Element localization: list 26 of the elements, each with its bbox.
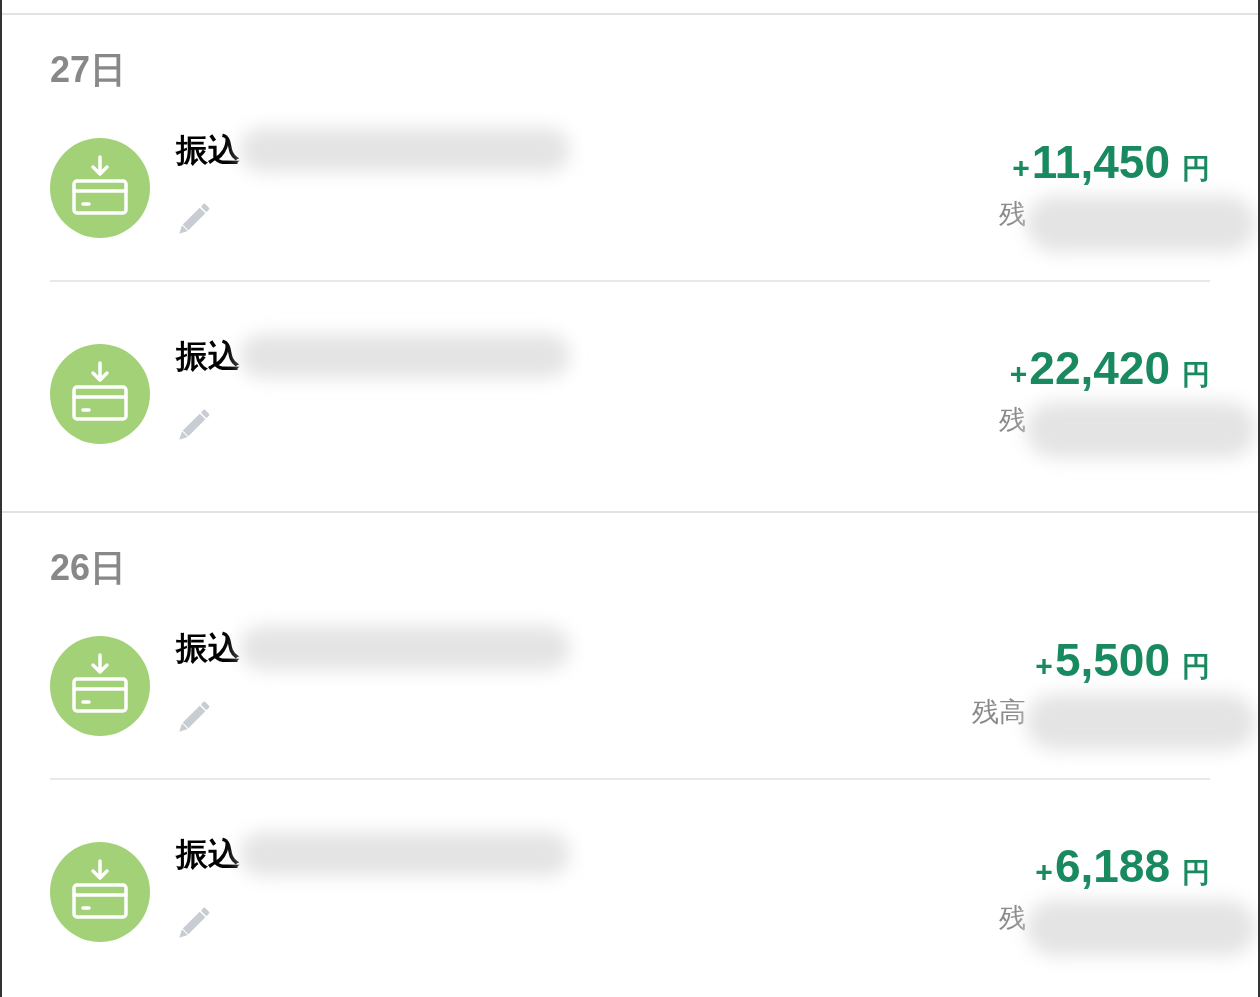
amount-sign: + <box>1009 356 1028 392</box>
card-deposit-icon <box>50 636 150 736</box>
amount-sign: + <box>1035 854 1053 890</box>
transaction-title: 振込 <box>176 131 240 170</box>
date-heading: 26日 <box>50 550 128 586</box>
transaction-title: 振込 <box>176 629 240 668</box>
currency-unit: 円 <box>1182 650 1210 684</box>
amount: 11,450 <box>1031 136 1170 188</box>
transaction-title: 振込 <box>176 337 240 376</box>
card-deposit-icon <box>50 344 150 444</box>
balance-label: 残高 <box>972 696 1026 729</box>
balance-label: 残 <box>999 404 1026 437</box>
transaction-title: 振込 <box>176 835 240 874</box>
currency-unit: 円 <box>1182 856 1210 890</box>
amount: 6,188 <box>1054 840 1170 892</box>
amount: 22,420 <box>1029 342 1170 394</box>
balance-label: 残 <box>999 198 1026 231</box>
currency-unit: 円 <box>1182 358 1210 392</box>
amount: 5,500 <box>1054 634 1170 686</box>
date-heading: 27日 <box>50 52 128 88</box>
card-deposit-icon <box>50 138 150 238</box>
card-deposit-icon <box>50 842 150 942</box>
amount-sign: + <box>1035 648 1053 684</box>
balance-label: 残 <box>999 902 1026 935</box>
currency-unit: 円 <box>1182 152 1210 186</box>
amount-sign: + <box>1012 150 1030 186</box>
